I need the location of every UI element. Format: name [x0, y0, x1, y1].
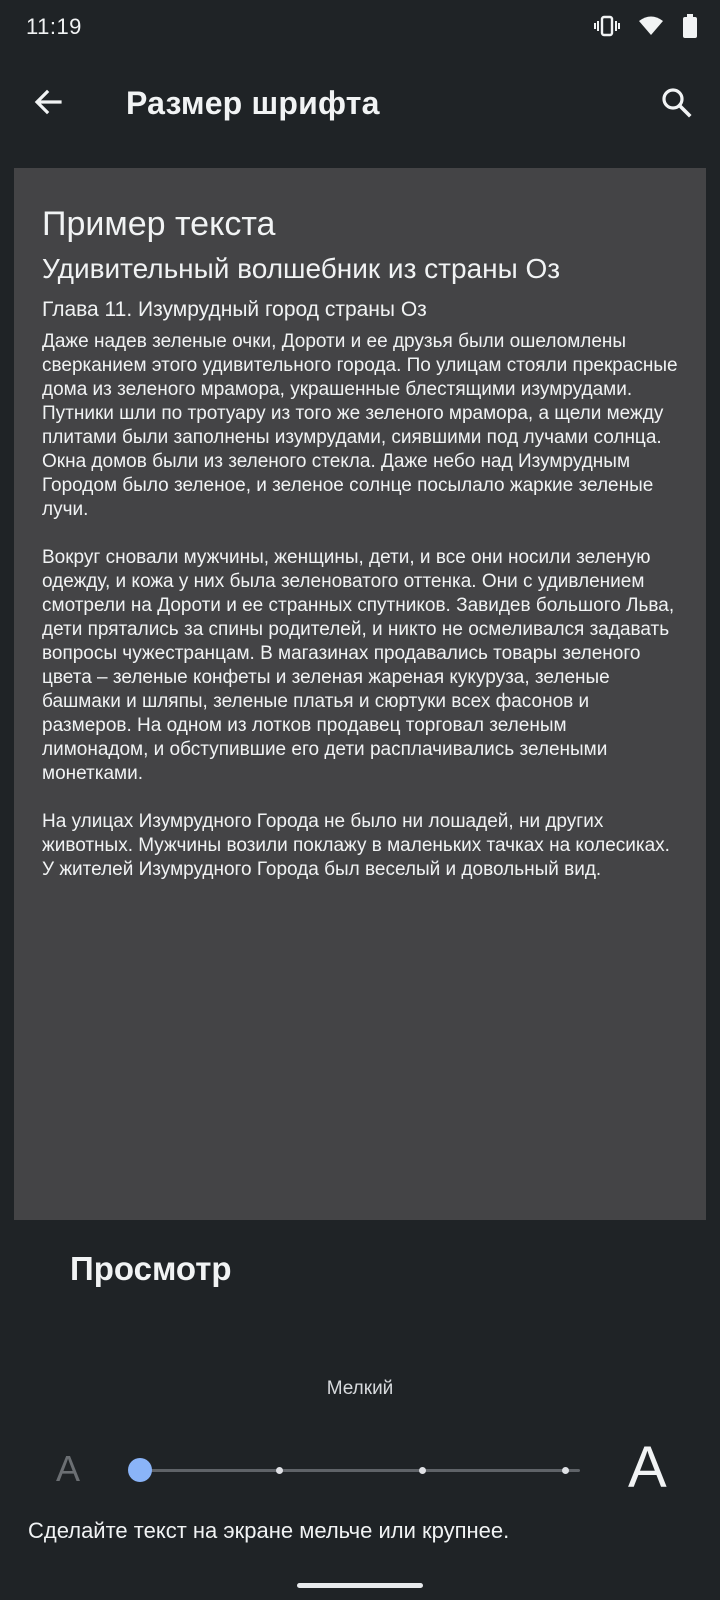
gesture-nav-handle[interactable] [297, 1583, 423, 1588]
preview-card: Пример текста Удивительный волшебник из … [14, 168, 706, 1220]
preview-chapter-title: Глава 11. Изумрудный город страны Оз [42, 298, 427, 321]
preview-paragraph: Даже надев зеленые очки, Дороти и ее дру… [42, 331, 678, 520]
search-button[interactable] [650, 78, 702, 130]
preview-paragraph: Вокруг сновали мужчины, женщины, дети, и… [42, 547, 675, 784]
status-bar: 11:19 4 [0, 0, 720, 56]
slider-track [140, 1469, 580, 1472]
slider-tick[interactable] [562, 1467, 569, 1474]
large-text-icon: A [628, 1435, 667, 1500]
back-button[interactable] [22, 78, 74, 130]
font-size-hint: Сделайте текст на экране мельче или круп… [28, 1518, 510, 1543]
font-size-current-label: Мелкий [326, 1378, 394, 1399]
preview-paragraph: На улицах Изумрудного Города не было ни … [42, 811, 670, 880]
slider-thumb[interactable] [128, 1458, 152, 1482]
search-icon [660, 86, 692, 123]
slider-tick[interactable] [276, 1467, 283, 1474]
status-time: 11:19 [26, 14, 82, 39]
app-bar: Размер шрифта [0, 56, 720, 152]
battery-icon [682, 14, 698, 38]
slider-tick[interactable] [419, 1467, 426, 1474]
preview-label: Просмотр [70, 1250, 232, 1287]
vibrate-icon [594, 15, 620, 37]
page-title: Размер шрифта [126, 85, 380, 121]
svg-text:4: 4 [655, 28, 660, 37]
small-text-icon: A [56, 1448, 81, 1489]
wifi-icon: 4 [638, 15, 664, 37]
preview-heading: Пример текста [42, 205, 276, 243]
font-size-slider[interactable] [128, 1456, 584, 1486]
preview-book-title: Удивительный волшебник из страны Оз [42, 253, 561, 284]
arrow-back-icon [32, 86, 64, 123]
status-icons: 4 [594, 14, 698, 38]
